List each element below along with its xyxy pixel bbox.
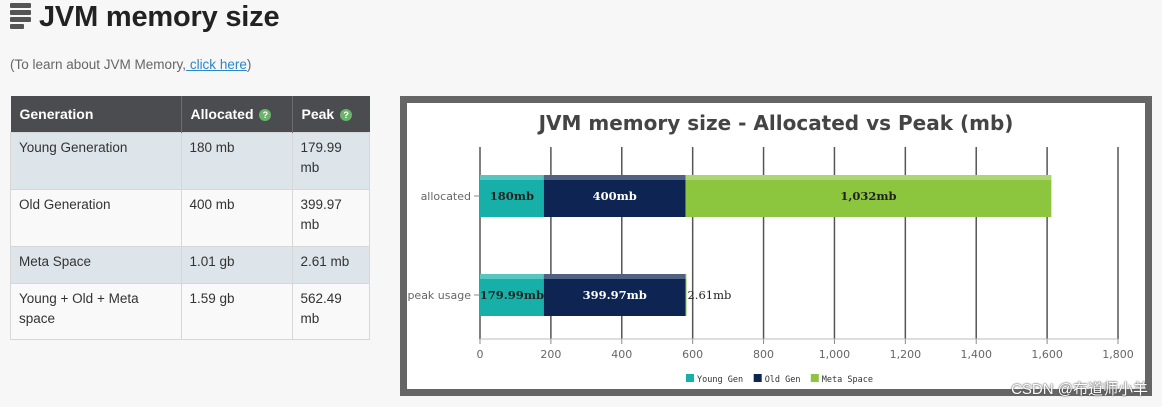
x-tick-label: 1,400 xyxy=(960,348,992,361)
memory-chart-frame: JVM memory size - Allocated vs Peak (mb)… xyxy=(400,96,1152,396)
data-label: 399.97mb xyxy=(583,288,647,302)
x-tick-label: 800 xyxy=(753,348,774,361)
data-label: 400mb xyxy=(593,189,637,203)
learn-suffix: ) xyxy=(246,57,252,72)
click-here-link[interactable]: click here xyxy=(186,57,247,72)
cell-peak: 179.99 mb xyxy=(291,132,370,190)
header-peak-label: Peak xyxy=(301,106,335,122)
cell-generation: Young Generation xyxy=(10,132,182,190)
cell-peak: 399.97 mb xyxy=(291,189,370,247)
legend-label: Meta Space xyxy=(822,375,873,385)
bar-highlight xyxy=(685,274,687,279)
x-tick-label: 1,800 xyxy=(1102,348,1134,361)
x-tick-label: 1,200 xyxy=(890,348,922,361)
data-label: 1,032mb xyxy=(840,189,896,203)
header-allocated: Allocated ? xyxy=(181,96,293,133)
y-category-label: peak usage xyxy=(407,289,471,302)
memory-chart: JVM memory size - Allocated vs Peak (mb)… xyxy=(407,111,1134,385)
bar-highlight xyxy=(480,175,544,180)
y-category-label: allocated xyxy=(421,190,471,203)
bar-highlight xyxy=(480,274,544,279)
help-icon[interactable]: ? xyxy=(340,109,353,122)
data-label: 179.99mb xyxy=(480,288,544,302)
memory-table: Generation Allocated ? Peak ? Young Gene… xyxy=(10,96,370,340)
cell-peak: 2.61 mb xyxy=(291,246,370,284)
legend-label: Young Gen xyxy=(697,375,743,385)
cell-generation: Old Generation xyxy=(10,189,182,247)
page-title: JVM memory size xyxy=(39,0,280,33)
learn-more-note: (To learn about JVM Memory, click here) xyxy=(10,57,251,72)
cell-allocated: 180 mb xyxy=(180,132,293,190)
x-tick-label: 200 xyxy=(540,348,561,361)
header-allocated-label: Allocated xyxy=(190,106,254,122)
legend-swatch xyxy=(810,374,819,382)
table-row: Young Generation 180 mb 179.99 mb xyxy=(10,132,370,190)
cell-peak: 562.49 mb xyxy=(291,283,370,340)
legend-swatch xyxy=(686,374,694,382)
data-label: 2.61mb xyxy=(687,288,731,302)
header-peak: Peak ? xyxy=(292,96,370,133)
x-tick-label: 1,000 xyxy=(819,348,851,361)
table-row: Old Generation 400 mb 399.97 mb xyxy=(10,189,370,247)
bar-highlight xyxy=(543,175,686,180)
table-row: Meta Space 1.01 gb 2.61 mb xyxy=(10,246,370,284)
x-tick-label: 1,600 xyxy=(1031,348,1063,361)
header-generation-label: Generation xyxy=(19,106,94,122)
table-header-row: Generation Allocated ? Peak ? xyxy=(10,96,370,133)
document-icon xyxy=(10,3,31,31)
help-icon[interactable]: ? xyxy=(259,109,272,122)
cell-allocated: 1.59 gb xyxy=(180,283,293,340)
bar-segment xyxy=(685,274,687,316)
cell-allocated: 400 mb xyxy=(180,189,293,247)
chart-title: JVM memory size - Allocated vs Peak (mb) xyxy=(537,111,1014,135)
bar-highlight xyxy=(685,175,1052,180)
bar-highlight xyxy=(543,274,686,279)
x-tick-label: 0 xyxy=(477,348,484,361)
x-tick-label: 400 xyxy=(611,348,632,361)
page-title-row: JVM memory size xyxy=(10,0,280,34)
data-label: 180mb xyxy=(490,189,534,203)
legend-label: Old Gen xyxy=(765,375,801,385)
watermark: CSDN @布道师小羊 xyxy=(1011,381,1148,398)
cell-allocated: 1.01 gb xyxy=(180,246,293,284)
cell-generation: Young + Old + Meta space xyxy=(10,283,182,340)
x-tick-label: 600 xyxy=(682,348,703,361)
cell-generation: Meta Space xyxy=(10,246,182,284)
learn-prefix: (To learn about JVM Memory, xyxy=(10,57,187,72)
legend-swatch xyxy=(753,374,762,382)
header-generation: Generation xyxy=(10,96,182,133)
table-row: Young + Old + Meta space 1.59 gb 562.49 … xyxy=(10,283,370,340)
